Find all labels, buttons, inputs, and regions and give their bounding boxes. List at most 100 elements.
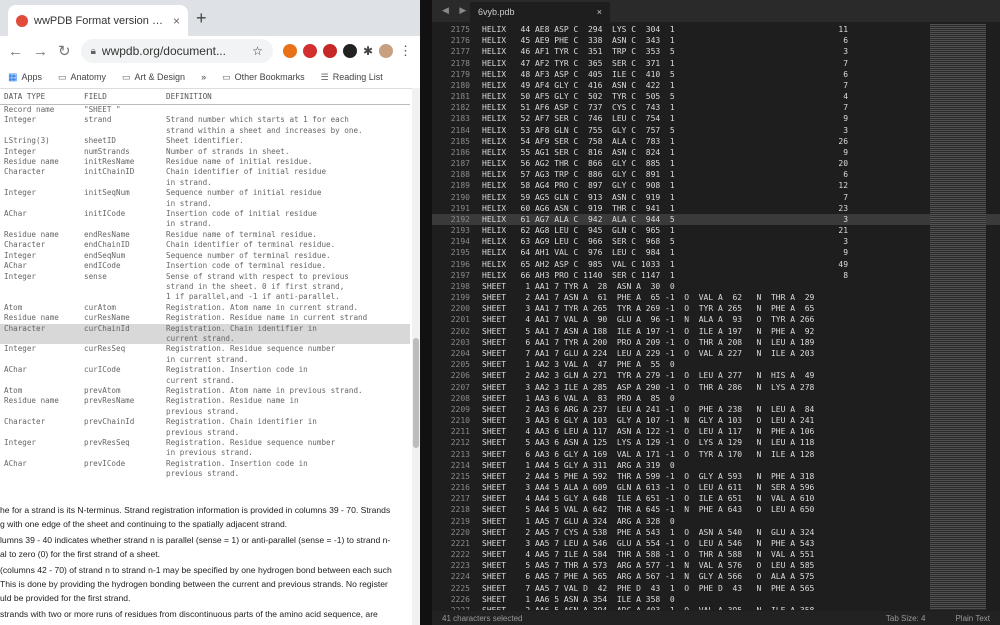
- code-view[interactable]: 2175 HELIX 44 AE8 ASP C 294 LYS C 304 1 1…: [432, 24, 1000, 610]
- line-number: 2194: [450, 237, 470, 247]
- menu-dots-icon[interactable]: ⋮: [399, 43, 412, 59]
- data-type-cell: Record name: [4, 105, 55, 114]
- bookmark-anatomy[interactable]: ▭ Anatomy: [58, 72, 106, 83]
- forward-icon[interactable]: →: [33, 43, 48, 60]
- data-type-cell: Character: [4, 417, 46, 427]
- definition-cell: Number of strands in sheet.: [166, 146, 290, 156]
- bookmark-apps[interactable]: ▦ Apps: [8, 72, 42, 83]
- bookmark-reading-list[interactable]: ☰ Reading List: [321, 72, 383, 83]
- note-line: strands with two or more runs of residue…: [0, 609, 378, 620]
- line-text: HELIX 49 AF4 GLY C 416 ASN C 422 1 7: [482, 80, 849, 90]
- line-text: HELIX 50 AF5 GLY C 502 TYR C 505 5 4: [482, 92, 849, 102]
- code-line: 2222 SHEET 4 AA5 7 ILE A 584 THR A 588 -1…: [432, 549, 1000, 560]
- data-type-cell: Integer: [4, 438, 37, 447]
- definition-cell: Residue name of terminal residue.: [166, 229, 317, 239]
- address-bar[interactable]: 🔒︎ wwpdb.org/document... ☆: [80, 39, 273, 63]
- new-tab-button[interactable]: +: [196, 8, 207, 29]
- table-row: Character initChainID Chain identifier of …: [0, 167, 410, 188]
- line-number: 2213: [450, 449, 470, 459]
- field-cell: prevResName: [84, 396, 135, 406]
- data-type-cell: AChar: [4, 458, 27, 468]
- code-line: 2197 HELIX 66 AH3 PRO C 1140 SER C 1147 1…: [432, 270, 1000, 281]
- data-type-cell: Atom: [4, 302, 23, 312]
- code-line: 2183 HELIX 52 AF7 SER C 746 LEU C 754 1 9: [432, 113, 1000, 124]
- line-text: HELIX 58 AG4 PRO C 897 GLY C 908 1 12: [482, 181, 849, 191]
- avatar[interactable]: [379, 44, 393, 58]
- field-cell: curResName: [84, 313, 130, 323]
- line-text: SHEET 3 AA2 3 ILE A 285 ASP A 290 -1 O T…: [482, 382, 815, 392]
- browser-tab[interactable]: wwPDB Format version 3.3: Se ×: [8, 5, 188, 36]
- scrollbar-thumb[interactable]: [413, 338, 419, 448]
- page-scrollbar[interactable]: [412, 88, 420, 625]
- code-line: 2180 HELIX 49 AF4 GLY C 416 ASN C 422 1 7: [432, 80, 1000, 91]
- line-number: 2224: [450, 572, 470, 582]
- data-type-cell: LString(3): [4, 136, 50, 146]
- code-line: 2182 HELIX 51 AF6 ASP C 737 CYS C 743 1 7: [432, 102, 1000, 113]
- syntax-status[interactable]: Plain Text: [955, 614, 990, 623]
- line-text: SHEET 4 AA3 6 LEU A 117 ASN A 122 -1 O L…: [482, 427, 815, 437]
- minimap[interactable]: [930, 24, 986, 610]
- bookmark-art-design[interactable]: ▭ Art & Design: [122, 72, 185, 83]
- definition-cell: [162, 105, 410, 116]
- line-number: 2175: [450, 25, 470, 34]
- reload-icon[interactable]: ↻: [58, 42, 71, 60]
- line-number: 2185: [450, 136, 470, 146]
- field-cell: prevChainId: [84, 417, 135, 427]
- data-type-cell: Integer: [4, 271, 37, 281]
- bookmark-other[interactable]: ▭ Other Bookmarks: [222, 72, 305, 83]
- tab-close-icon[interactable]: ×: [173, 14, 180, 28]
- code-line: 2190 HELIX 59 AG5 GLN C 913 ASN C 919 1 7: [432, 192, 1000, 203]
- code-line: 2224 SHEET 6 AA5 7 PHE A 565 ARG A 567 -1…: [432, 571, 1000, 582]
- bookmarks-overflow[interactable]: »: [201, 72, 206, 82]
- minimap-viewport[interactable]: [930, 24, 986, 610]
- line-number: 2195: [450, 248, 470, 258]
- note-line: lumns 39 - 40 indicates whether strand n…: [0, 535, 391, 546]
- extension-icon[interactable]: [342, 44, 357, 58]
- extensions: ✱ ⋮: [282, 43, 412, 59]
- extension-icon[interactable]: [282, 44, 297, 58]
- browser-window: wwPDB Format version 3.3: Se × + ← → ↻ 🔒…: [0, 0, 420, 625]
- tab-size-status[interactable]: Tab Size: 4: [886, 614, 926, 623]
- bookmark-star-icon[interactable]: ☆: [252, 44, 263, 58]
- editor-tab[interactable]: 6vyb.pdb ×: [470, 2, 610, 22]
- line-text: SHEET 2 AA4 5 PHE A 592 THR A 599 -1 O G…: [482, 471, 815, 481]
- line-text: SHEET 2 AA5 7 CYS A 538 PHE A 543 1 O AS…: [482, 527, 815, 537]
- wwpdb-favicon-icon: [16, 14, 28, 27]
- code-line: 2175 HELIX 44 AE8 ASP C 294 LYS C 304 1 1…: [432, 24, 1000, 35]
- line-text: SHEET 6 AA3 6 GLY A 169 VAL A 171 -1 O T…: [482, 449, 815, 459]
- tab-nav-arrows-icon[interactable]: ◀ ▶: [442, 5, 470, 16]
- column-header: DATA TYPE: [0, 88, 80, 105]
- line-text: SHEET 3 AA3 6 GLY A 103 GLY A 107 -1 N G…: [482, 416, 815, 426]
- code-line: 2221 SHEET 3 AA5 7 LEU A 546 GLU A 554 -1…: [432, 538, 1000, 549]
- line-number: 2190: [450, 192, 470, 202]
- extension-icon[interactable]: [302, 44, 317, 58]
- line-text: SHEET 1 AA4 5 GLY A 311 ARG A 319 0: [482, 460, 675, 470]
- data-type-cell: AChar: [4, 365, 27, 375]
- text-editor-window: ◀ ▶ 6vyb.pdb × 2175 HELIX 44 AE8 ASP C 29…: [432, 0, 1000, 625]
- code-line: 2205 SHEET 1 AA2 3 VAL A 47 PHE A 55 0: [432, 359, 1000, 370]
- line-number: 2217: [450, 494, 470, 504]
- line-number: 2187: [450, 159, 470, 169]
- code-line: 2216 SHEET 3 AA4 5 ALA A 609 GLN A 613 -1…: [432, 482, 1000, 493]
- code-line: 2187 HELIX 56 AG2 THR C 866 GLY C 885 1 2…: [432, 158, 1000, 169]
- line-text: HELIX 66 AH3 PRO C 1140 SER C 1147 1 8: [482, 270, 849, 280]
- line-number: 2205: [450, 360, 470, 370]
- table-row: Integer numStrands Number of strands in sh…: [0, 147, 410, 157]
- line-text: HELIX 56 AG2 THR C 866 GLY C 885 1 20: [482, 159, 849, 169]
- definition-cell: Registration. Chain identifier in curren…: [162, 323, 410, 345]
- line-number: 2183: [450, 114, 470, 124]
- table-row: Character prevChainId Registration. Chain …: [0, 417, 410, 438]
- data-type-cell: Integer: [4, 344, 37, 354]
- lock-icon: 🔒︎: [90, 45, 96, 57]
- line-number: 2181: [450, 92, 470, 102]
- pinterest-icon[interactable]: [322, 44, 337, 58]
- editor-tab-close-icon[interactable]: ×: [597, 7, 602, 17]
- code-line: 2189 HELIX 58 AG4 PRO C 897 GLY C 908 1 1…: [432, 180, 1000, 191]
- table-row: AChar prevICode Registration. Insertion co…: [0, 459, 410, 480]
- url-text: wwpdb.org/document...: [101, 44, 226, 58]
- column-header: FIELD: [80, 88, 162, 105]
- line-number: 2201: [450, 315, 470, 325]
- field-cell: sheetID: [84, 136, 117, 146]
- back-icon[interactable]: ←: [8, 43, 23, 60]
- puzzle-icon[interactable]: ✱: [363, 44, 373, 58]
